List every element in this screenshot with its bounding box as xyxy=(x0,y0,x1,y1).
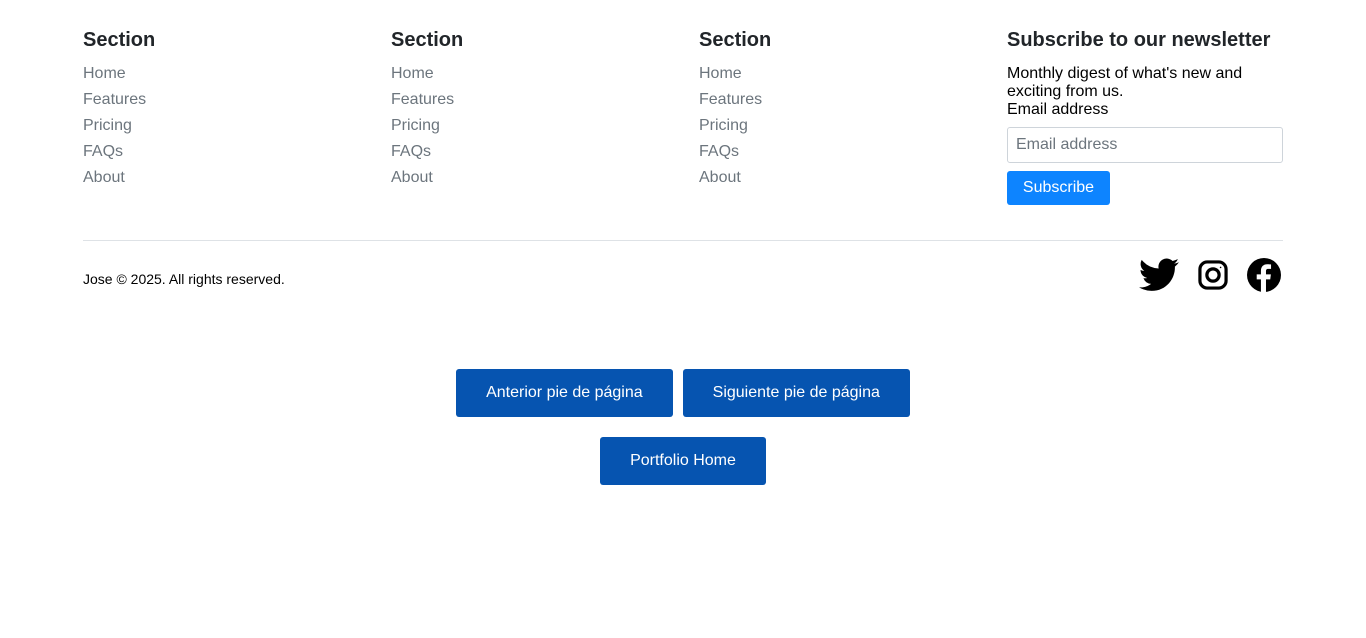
nav-row: Anterior pie de página Siguiente pie de … xyxy=(0,369,1366,417)
list-item: FAQs xyxy=(699,143,771,169)
facebook-icon[interactable] xyxy=(1247,258,1281,297)
link-list: Home Features Pricing FAQs About xyxy=(699,65,771,195)
footer-columns: Section Home Features Pricing FAQs About… xyxy=(83,0,1283,240)
footer-bottom-row: Jose © 2025. All rights reserved. xyxy=(83,258,1283,298)
email-label: Email address xyxy=(1007,101,1109,118)
link-pricing[interactable]: Pricing xyxy=(83,117,132,134)
link-faqs[interactable]: FAQs xyxy=(699,143,739,160)
link-faqs[interactable]: FAQs xyxy=(83,143,123,160)
link-pricing[interactable]: Pricing xyxy=(699,117,748,134)
social-links xyxy=(1139,258,1281,297)
footer: Section Home Features Pricing FAQs About… xyxy=(83,0,1283,292)
list-item: Home xyxy=(83,65,155,91)
list-item: Pricing xyxy=(699,117,771,143)
link-home[interactable]: Home xyxy=(83,65,126,82)
footer-column-1: Section Home Features Pricing FAQs About xyxy=(83,29,155,195)
link-about[interactable]: About xyxy=(391,169,433,186)
link-faqs[interactable]: FAQs xyxy=(391,143,431,160)
list-item: Pricing xyxy=(83,117,155,143)
next-footer-button[interactable]: Siguiente pie de página xyxy=(682,369,910,417)
list-item: FAQs xyxy=(83,143,155,169)
list-item: Features xyxy=(83,91,155,117)
link-about[interactable]: About xyxy=(83,169,125,186)
twitter-icon[interactable] xyxy=(1139,258,1179,297)
nav-row: Portfolio Home xyxy=(0,437,1366,485)
list-item: FAQs xyxy=(391,143,463,169)
link-about[interactable]: About xyxy=(699,169,741,186)
newsletter-form: Subscribe to our newsletter Monthly dige… xyxy=(1007,29,1283,205)
portfolio-home-button[interactable]: Portfolio Home xyxy=(600,437,766,485)
divider xyxy=(83,240,1283,241)
subscribe-button[interactable]: Subscribe xyxy=(1007,171,1110,205)
link-features[interactable]: Features xyxy=(699,91,762,108)
footer-column-2: Section Home Features Pricing FAQs About xyxy=(391,29,463,195)
list-item: About xyxy=(391,169,463,195)
list-item: Home xyxy=(699,65,771,91)
instagram-icon[interactable] xyxy=(1197,259,1229,296)
link-home[interactable]: Home xyxy=(391,65,434,82)
link-list: Home Features Pricing FAQs About xyxy=(83,65,155,195)
previous-footer-button[interactable]: Anterior pie de página xyxy=(456,369,673,417)
email-input[interactable] xyxy=(1007,127,1283,163)
list-item: Pricing xyxy=(391,117,463,143)
link-home[interactable]: Home xyxy=(699,65,742,82)
column-title: Section xyxy=(391,29,464,51)
newsletter-description: Monthly digest of what's new and excitin… xyxy=(1007,65,1243,100)
list-item: About xyxy=(83,169,155,195)
footer-column-3: Section Home Features Pricing FAQs About xyxy=(699,29,771,195)
newsletter-title: Subscribe to our newsletter xyxy=(1007,29,1271,51)
link-list: Home Features Pricing FAQs About xyxy=(391,65,463,195)
link-pricing[interactable]: Pricing xyxy=(391,117,440,134)
copyright-text: Jose © 2025. All rights reserved. xyxy=(83,271,285,287)
link-features[interactable]: Features xyxy=(391,91,454,108)
list-item: Features xyxy=(391,91,463,117)
column-title: Section xyxy=(699,29,772,51)
page-navigation: Anterior pie de página Siguiente pie de … xyxy=(0,369,1366,485)
link-features[interactable]: Features xyxy=(83,91,146,108)
column-title: Section xyxy=(83,29,156,51)
list-item: Features xyxy=(699,91,771,117)
list-item: About xyxy=(699,169,771,195)
list-item: Home xyxy=(391,65,463,91)
